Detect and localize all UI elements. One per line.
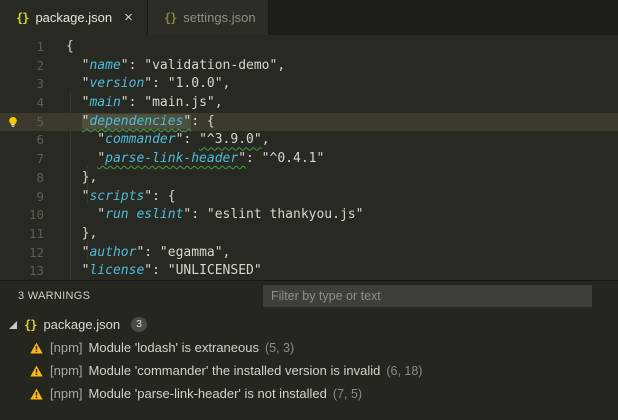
code-line-8: 8 }, [0, 169, 618, 188]
code-line-1: 1 { [0, 38, 618, 57]
code-line-13: 13 "license": "UNLICENSED" [0, 262, 618, 280]
warning-icon [30, 365, 43, 376]
code-text[interactable]: }, [66, 169, 98, 188]
line-number: 2 [36, 57, 44, 73]
code-line-4: 4 "main": "main.js", [0, 94, 618, 113]
tab-settings-json[interactable]: {} settings.json [147, 0, 269, 35]
line-number: 1 [36, 39, 44, 54]
problems-tree: {} package.json 3 [npm] Module 'lodash' … [0, 311, 618, 405]
json-file-icon: {} [163, 10, 177, 25]
line-number: 9 [36, 188, 44, 204]
vscode-window: {} package.json × {} settings.json 1 { 2… [0, 0, 618, 420]
code-line-6: 6 "commander": "^3.9.0", [0, 131, 618, 150]
line-number: 12 [28, 244, 44, 260]
problem-row-lodash[interactable]: [npm] Module 'lodash' is extraneous (5, … [0, 336, 618, 359]
code-text[interactable]: "parse-link-header": "^0.4.1" [66, 150, 324, 169]
expand-twisty-icon[interactable] [8, 320, 18, 330]
problems-filter-input[interactable] [263, 285, 592, 307]
problem-row-parse-link-header[interactable]: [npm] Module 'parse-link-header' is not … [0, 382, 618, 405]
code-line-5-current: 5 "dependencies": { [0, 112, 618, 132]
line-number: 7 [36, 151, 44, 167]
tab-label: settings.json [183, 10, 256, 25]
problem-source: [npm] [50, 363, 83, 378]
line-number: 4 [36, 95, 44, 111]
line-number: 13 [28, 263, 44, 279]
code-text[interactable]: { [66, 38, 74, 57]
code-text[interactable]: "dependencies": { [66, 113, 215, 132]
code-line-7: 7 "parse-link-header": "^0.4.1" [0, 150, 618, 169]
code-text[interactable]: "commander": "^3.9.0", [66, 131, 269, 150]
line-number: 8 [36, 169, 44, 185]
json-file-icon: {} [24, 317, 37, 332]
code-text[interactable]: }, [66, 225, 98, 244]
problems-summary: 3 WARNINGS [18, 290, 91, 302]
line-number: 10 [28, 207, 44, 223]
problem-message: Module 'parse-link-header' is not instal… [88, 386, 327, 401]
line-number: 5 [36, 113, 44, 129]
code-text[interactable]: "version": "1.0.0", [66, 75, 231, 94]
line-number: 6 [36, 132, 44, 148]
problem-location: (5, 3) [264, 340, 295, 355]
line-number: 11 [28, 225, 44, 241]
code-line-9: 9 "scripts": { [0, 188, 618, 207]
problem-message: Module 'commander' the installed version… [88, 363, 381, 378]
code-line-10: 10 "run eslint": "eslint thankyou.js" [0, 206, 618, 225]
code-text[interactable]: "name": "validation-demo", [66, 57, 286, 76]
code-line-12: 12 "author": "egamma", [0, 244, 618, 263]
problem-row-commander[interactable]: [npm] Module 'commander' the installed v… [0, 359, 618, 382]
problem-message: Module 'lodash' is extraneous [88, 340, 259, 355]
line-number: 3 [36, 76, 44, 92]
warning-icon [30, 388, 43, 399]
code-text[interactable]: "main": "main.js", [66, 94, 223, 113]
problem-source: [npm] [50, 386, 83, 401]
problems-file-row[interactable]: {} package.json 3 [0, 313, 618, 336]
tab-package-json[interactable]: {} package.json × [0, 0, 148, 35]
problems-file-name: package.json [43, 317, 121, 332]
problem-location: (6, 18) [386, 363, 423, 378]
warning-icon [30, 342, 43, 353]
code-line-3: 3 "version": "1.0.0", [0, 75, 618, 94]
close-icon[interactable]: × [122, 10, 135, 25]
problems-panel-header: 3 WARNINGS [0, 281, 618, 311]
code-text[interactable]: "scripts": { [66, 188, 176, 207]
editor-tab-bar: {} package.json × {} settings.json [0, 0, 618, 35]
code-editor[interactable]: 1 { 2 "name": "validation-demo", 3 "vers… [0, 35, 618, 281]
code-text[interactable]: "license": "UNLICENSED" [66, 262, 262, 280]
code-text[interactable]: "author": "egamma", [66, 244, 231, 263]
problem-location: (7, 5) [332, 386, 363, 401]
code-line-11: 11 }, [0, 225, 618, 244]
problems-panel: 3 WARNINGS {} package.json 3 [npm] Modul [0, 281, 618, 420]
json-file-icon: {} [16, 10, 29, 25]
code-line-2: 2 "name": "validation-demo", [0, 57, 618, 76]
tab-label: package.json [35, 10, 113, 25]
lightbulb-icon[interactable] [7, 116, 19, 129]
code-text[interactable]: "run eslint": "eslint thankyou.js" [66, 206, 363, 225]
problem-source: [npm] [50, 340, 83, 355]
problem-count-badge: 3 [131, 317, 148, 332]
